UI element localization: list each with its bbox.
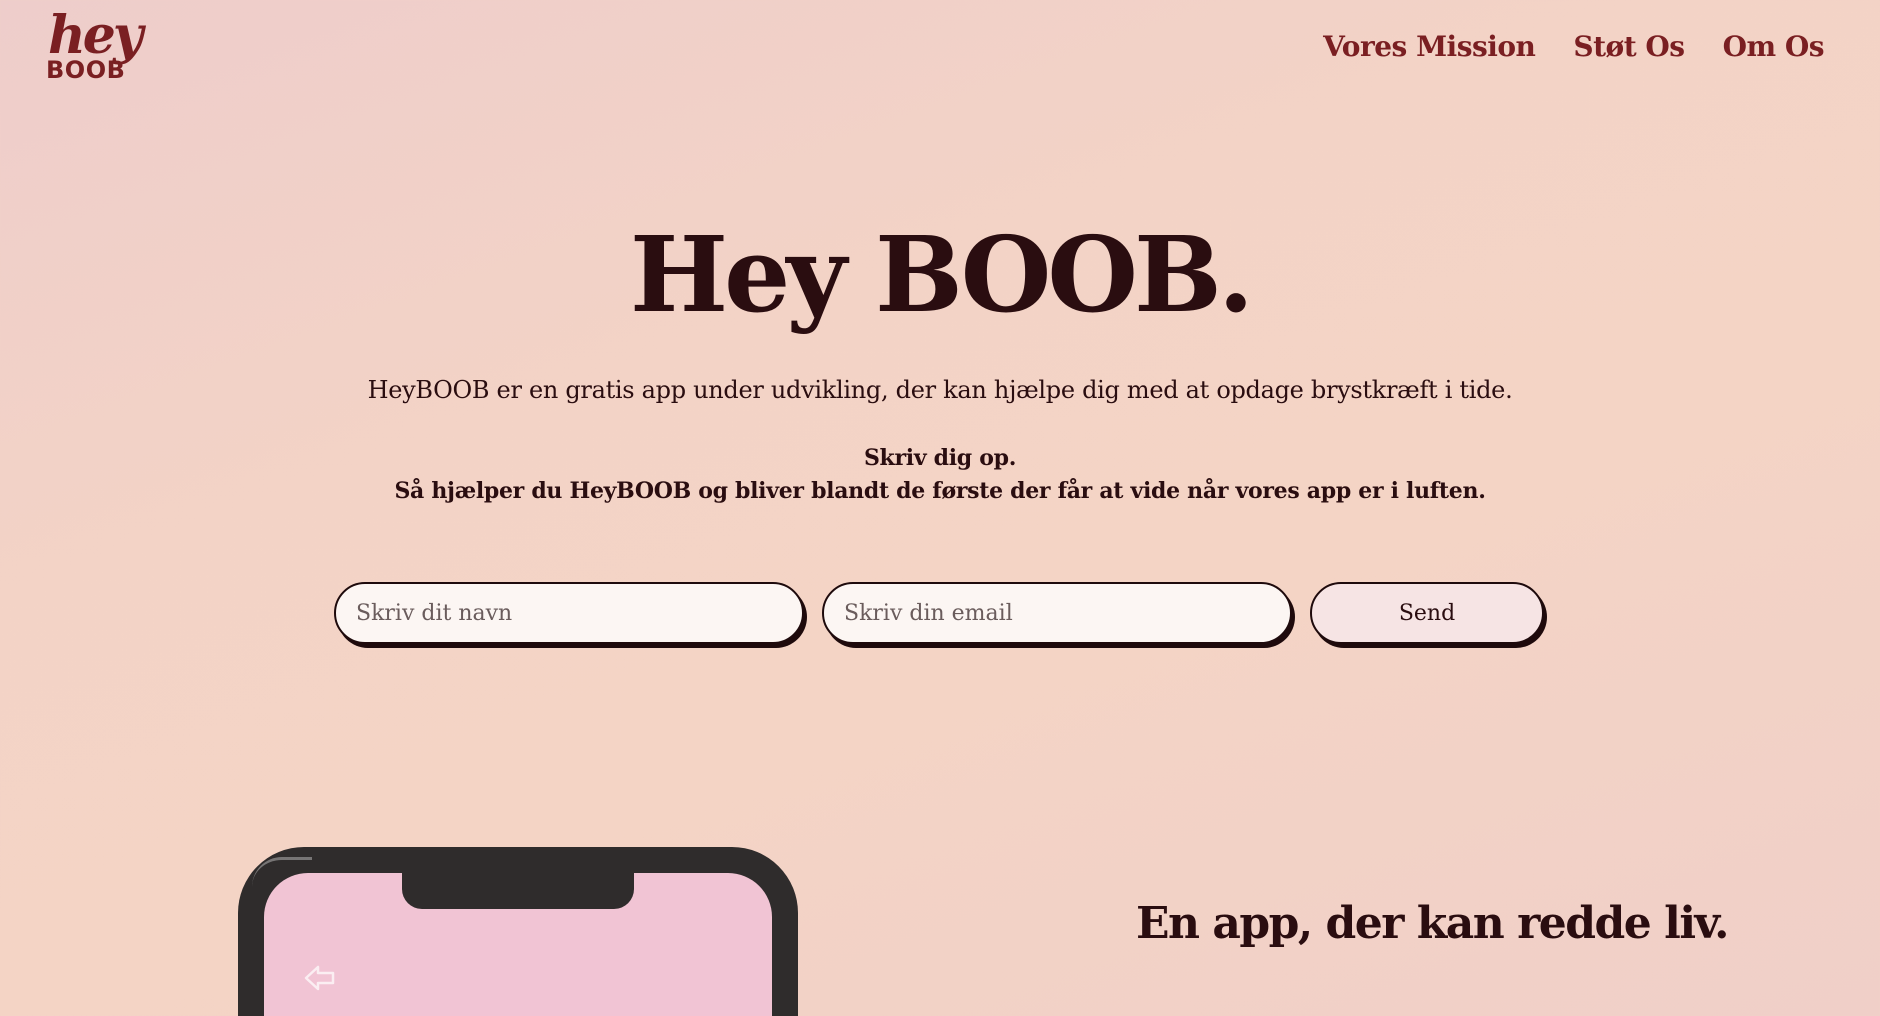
logo-boob-text: BOOB — [46, 56, 126, 84]
hero-subtitle: HeyBOOB er en gratis app under udvikling… — [367, 376, 1513, 404]
hero-title: Hey BOOB. — [629, 213, 1254, 336]
signup-callout-text: Så hjælper du HeyBOOB og bliver blandt d… — [394, 478, 1486, 504]
signup-callout-heading: Skriv dig op. — [863, 445, 1017, 471]
nav-link-om-os[interactable]: Om Os — [1723, 30, 1825, 63]
back-arrow-icon[interactable] — [302, 960, 338, 996]
feature-tagline: En app, der kan redde liv. — [1136, 898, 1730, 949]
nav-link-vores-mission[interactable]: Vores Mission — [1323, 30, 1536, 63]
phone-glare — [252, 857, 312, 887]
logo[interactable]: hey BOOB — [46, 5, 143, 84]
logo-hey-text: hey — [48, 5, 143, 66]
signup-callout: Skriv dig op. Så hjælper du HeyBOOB og b… — [0, 442, 1880, 508]
nav-link-stoet-os[interactable]: Støt Os — [1573, 30, 1685, 63]
send-button[interactable]: Send — [1310, 582, 1544, 644]
phone-notch — [402, 871, 634, 909]
signup-form: Send — [334, 582, 1544, 644]
email-input[interactable] — [822, 582, 1292, 644]
name-input[interactable] — [334, 582, 804, 644]
main-nav: Vores Mission Støt Os Om Os — [1323, 30, 1824, 63]
